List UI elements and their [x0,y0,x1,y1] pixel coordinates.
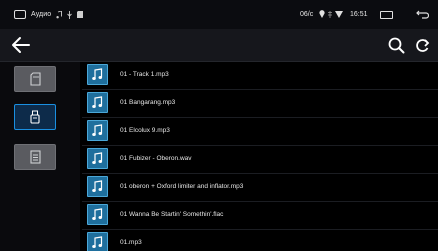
file-name: 01 oberon + Oxford limiter and inflator.… [120,183,244,190]
back-arrow-icon[interactable] [11,36,31,54]
location-icon [319,10,325,18]
file-name: 01 Bangarang.mp3 [120,99,176,106]
sidebar-item-usb[interactable] [14,104,56,130]
file-row[interactable]: 01 Elcolux 9.mp3 [82,118,438,146]
music-file-icon [87,120,108,141]
toolbar [0,29,438,62]
music-file-icon [87,204,108,225]
refresh-icon[interactable] [415,37,430,54]
music-file-icon [87,148,108,169]
clock: 16:51 [350,11,368,18]
search-icon[interactable] [388,37,405,54]
file-row[interactable]: 01 Wanna Be Startin' Somethin'.flac [82,202,438,230]
sidebar [0,62,80,251]
music-note-icon [56,10,63,18]
file-name: 01 Fubizer - Oberon.wav [120,155,192,162]
file-name: 01 Elcolux 9.mp3 [120,127,170,134]
file-row[interactable]: 01 oberon + Oxford limiter and inflator.… [82,174,438,202]
file-row[interactable]: 01.mp3 [82,230,438,251]
music-file-icon [87,232,108,251]
status-left: Аудио [0,10,84,19]
file-list: 01 - Track 1.mp3 01 Bangarang.mp3 01 Elc… [82,62,438,251]
file-name: 01 Wanna Be Startin' Somethin'.flac [120,211,224,218]
status-bar: Аудио 06/c 16:51 [0,0,438,29]
file-row[interactable]: 01 Fubizer - Oberon.wav [82,146,438,174]
music-file-icon [87,176,108,197]
file-name: 01.mp3 [120,239,142,246]
signal-icon [328,11,332,18]
sd-card-icon [77,11,84,18]
usb-icon [30,110,40,124]
home-icon[interactable] [14,10,26,19]
file-name: 01 - Track 1.mp3 [120,71,169,78]
return-icon[interactable] [416,10,429,19]
folder-icon [29,150,41,164]
music-file-icon [87,92,108,113]
wifi-icon [335,11,343,18]
usb-icon [67,10,73,19]
file-row[interactable]: 01 - Track 1.mp3 [82,62,438,90]
status-title: Аудио [31,11,52,18]
file-row[interactable]: 01 Bangarang.mp3 [82,90,438,118]
window-icon[interactable] [380,11,393,19]
sd-card-icon [29,72,41,86]
carrier-label: 06/c [300,11,314,18]
sidebar-item-sd-card[interactable] [14,66,56,92]
sidebar-item-folder[interactable] [14,144,56,170]
music-file-icon [87,64,108,85]
